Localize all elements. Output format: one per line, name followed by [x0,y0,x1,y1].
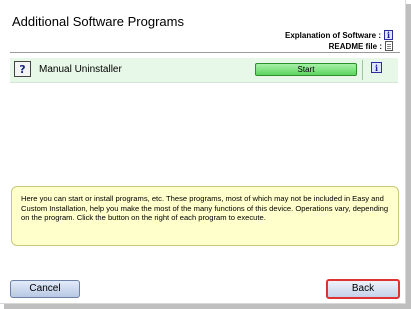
explanation-label: Explanation of Software : [284,30,381,40]
row-divider [362,60,363,80]
start-button[interactable]: Start [255,63,357,76]
help-question-icon: ? [14,61,31,77]
window-shadow-right [406,4,411,309]
header-divider [10,52,400,53]
readme-document-icon [385,41,393,51]
readme-legend: README file : [329,41,393,51]
window-shadow-bottom [4,304,411,309]
back-button[interactable]: Back [326,279,400,299]
program-name: Manual Uninstaller [39,64,122,75]
readme-label: README file : [328,41,382,51]
info-icon: i [384,30,393,40]
help-description: Here you can start or install programs, … [11,186,399,246]
explanation-legend: Explanation of Software : i [285,30,393,40]
cancel-button[interactable]: Cancel [10,280,80,298]
page-title: Additional Software Programs [12,14,184,29]
program-row: ? Manual Uninstaller Start i [10,58,398,83]
info-icon[interactable]: i [371,62,382,73]
